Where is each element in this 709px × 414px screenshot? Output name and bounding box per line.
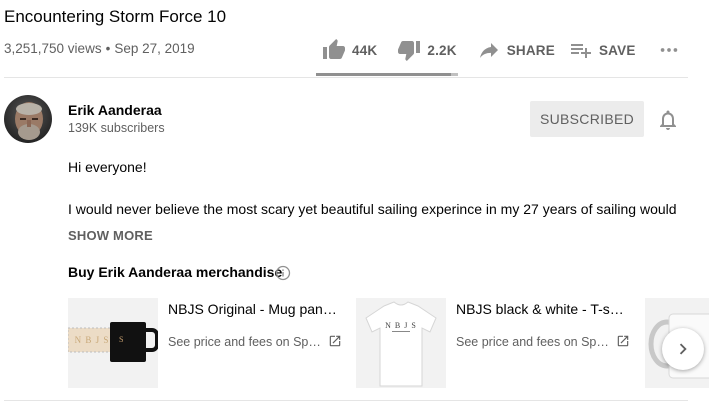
save-label: SAVE [598,42,636,58]
save-button[interactable]: SAVE [569,36,636,64]
thumb-down-icon [398,41,421,61]
open-external-icon[interactable] [328,334,342,348]
mug-panorama-image: N B J S S [68,298,159,388]
more-horizontal-icon [660,48,677,52]
merch-item-price: See price and fees on Spreadshirt [168,335,324,349]
sentiment-bar [316,73,458,76]
upload-date: Sep 27, 2019 [114,41,195,56]
dislike-count: 2.2K [427,42,457,58]
channel-name[interactable]: Erik Aanderaa [68,102,162,118]
chevron-right-icon [679,343,687,355]
merch-heading: Buy Erik Aanderaa merchandise [68,264,283,280]
merch-item-title[interactable]: NBJS black & white - T-shirt [456,301,626,317]
shelf-next-button[interactable] [662,328,704,370]
playlist-add-icon [570,44,591,58]
video-title: Encountering Storm Force 10 [4,7,227,26]
share-button[interactable]: SHARE [477,36,555,64]
merch-shelf: N B J S S NBJS Original - Mug panoramic … [68,298,709,390]
description-greeting: Hi everyone! [68,159,147,175]
subscriber-count: 139K subscribers [68,121,165,135]
merch-item[interactable]: N B J S S NBJS Original - Mug panoramic … [68,298,358,388]
mug-panorama-print: N B J S [75,335,110,345]
avatar-image [4,95,52,143]
tshirt-image: N B J S [356,298,446,388]
info-icon[interactable] [275,265,291,281]
subscribed-button[interactable]: SUBSCRIBED [530,101,644,137]
merch-item-title[interactable]: NBJS Original - Mug panoramic black [168,301,344,317]
notification-bell-button[interactable] [656,108,680,132]
show-more-button[interactable]: SHOW MORE [68,228,153,243]
video-meta: 3,251,750 views • Sep 27, 2019 [4,41,195,56]
video-actions: 44K 2.2K SHARE SAVE [316,36,680,64]
divider-top [4,77,688,78]
view-count: 3,251,750 views [4,41,102,56]
share-icon [479,43,498,58]
open-external-icon[interactable] [616,334,630,348]
meta-separator: • [105,41,111,56]
dislike-button[interactable]: 2.2K [397,36,457,64]
channel-avatar[interactable] [4,95,52,143]
tshirt-print: N B J S [385,321,417,330]
like-count: 44K [352,42,378,58]
share-label: SHARE [506,42,555,58]
divider-bottom [4,400,688,401]
notification-bell-icon [660,110,676,130]
svg-text:S: S [119,335,123,344]
sentiment-bar-fill [316,73,451,76]
more-actions-button[interactable] [658,36,680,64]
like-button[interactable]: 44K [322,36,377,64]
description-text: I would never believe the most scary yet… [68,201,677,217]
merch-item[interactable]: N B J S NBJS black & white - T-shirt See… [356,298,646,388]
merch-item-price: See price and fees on Spreadshirt [456,335,612,349]
thumb-up-icon [323,39,345,59]
info-icon-glyph [275,265,291,281]
